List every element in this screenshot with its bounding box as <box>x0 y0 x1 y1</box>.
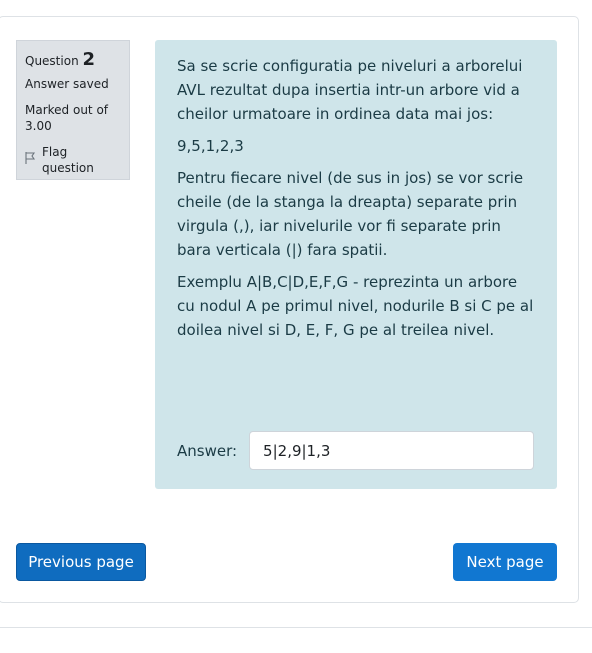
question-number: Question 2 <box>25 49 121 72</box>
next-page-button[interactable]: Next page <box>453 543 557 581</box>
answer-input[interactable] <box>249 431 535 470</box>
flag-question-toggle[interactable]: Flag question <box>25 144 121 176</box>
flag-icon <box>25 152 36 168</box>
question-keys: 9,5,1,2,3 <box>177 137 244 155</box>
question-content: Sa se scrie configuratia pe niveluri a a… <box>155 40 557 489</box>
question-label: Question <box>25 54 79 68</box>
flag-question-label: Flag question <box>42 145 94 175</box>
answer-label: Answer: <box>177 441 238 460</box>
footer-divider <box>0 627 592 628</box>
answer-row: Answer: <box>177 431 535 470</box>
previous-page-button[interactable]: Previous page <box>16 543 146 581</box>
question-example: Exemplu A|B,C|D,E,F,G - reprezinta un ar… <box>177 273 534 339</box>
question-instructions: Pentru fiecare nivel (de sus in jos) se … <box>177 169 524 259</box>
question-state: Answer saved <box>25 77 109 91</box>
question-number-value: 2 <box>82 49 96 70</box>
question-info-panel: Question 2 Answer saved Marked out of 3.… <box>16 40 130 180</box>
question-text-intro: Sa se scrie configuratia pe niveluri a a… <box>177 57 523 123</box>
question-grade: Marked out of 3.00 <box>25 103 109 133</box>
